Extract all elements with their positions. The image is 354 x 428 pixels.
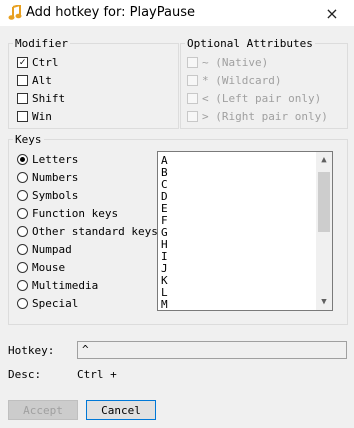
- checkbox-box[interactable]: [17, 74, 28, 86]
- modifier-legend: Modifier: [15, 37, 68, 50]
- radio-button[interactable]: [17, 297, 28, 309]
- radio-button[interactable]: [17, 189, 28, 201]
- mouse-label: Mouse: [32, 260, 66, 274]
- radio-special[interactable]: Special: [17, 296, 78, 310]
- optional-attributes-legend: Optional Attributes: [187, 37, 313, 50]
- function-keys-label: Function keys: [32, 206, 119, 220]
- desc-value: Ctrl +: [77, 368, 117, 381]
- left-pair-label: < (Left pair only): [202, 91, 322, 105]
- other-standard-keys-label: Other standard keys: [32, 224, 158, 238]
- window-title: Add hotkey for: PlayPause: [26, 5, 195, 20]
- checkbox-box[interactable]: [17, 92, 28, 104]
- letters-label: Letters: [32, 152, 79, 166]
- right-pair-checkbox[interactable]: > (Right pair only): [187, 109, 328, 123]
- radio-function-keys[interactable]: Function keys: [17, 206, 118, 220]
- radio-numbers[interactable]: Numbers: [17, 170, 78, 184]
- multimedia-label: Multimedia: [32, 278, 99, 292]
- win-label: Win: [32, 109, 52, 123]
- music-note-icon: [8, 5, 22, 20]
- shift-checkbox[interactable]: Shift: [17, 91, 65, 105]
- hotkey-input[interactable]: ^: [77, 341, 347, 359]
- radio-button[interactable]: [17, 207, 28, 219]
- radio-button[interactable]: [17, 261, 28, 273]
- radio-button[interactable]: [17, 171, 28, 183]
- check-icon: ✓: [19, 56, 26, 68]
- right-pair-label: > (Right pair only): [202, 109, 328, 123]
- radio-symbols[interactable]: Symbols: [17, 188, 78, 202]
- list-scrollbar[interactable]: ▲ ▼: [316, 152, 332, 310]
- scroll-up-icon[interactable]: ▲: [316, 152, 332, 168]
- alt-label: Alt: [32, 73, 52, 87]
- alt-checkbox[interactable]: Alt: [17, 73, 52, 87]
- radio-mouse[interactable]: Mouse: [17, 260, 65, 274]
- ctrl-label: Ctrl: [32, 55, 59, 69]
- title-bar: Add hotkey for: PlayPause ×: [0, 0, 354, 26]
- radio-button[interactable]: [17, 225, 28, 237]
- list-item[interactable]: M: [161, 299, 168, 311]
- native-label: ~ (Native): [202, 55, 269, 69]
- wildcard-label: * (Wildcard): [202, 73, 282, 87]
- checkbox-box[interactable]: [187, 110, 198, 122]
- cancel-button[interactable]: Cancel: [86, 400, 156, 420]
- ctrl-checkbox[interactable]: ✓ Ctrl: [17, 55, 59, 69]
- hotkey-label: Hotkey:: [8, 344, 55, 357]
- checkbox-box[interactable]: ✓: [17, 56, 28, 68]
- checkbox-box[interactable]: [17, 110, 28, 122]
- scroll-down-icon[interactable]: ▼: [316, 294, 332, 310]
- special-label: Special: [32, 296, 79, 310]
- radio-button[interactable]: [17, 279, 28, 291]
- left-pair-checkbox[interactable]: < (Left pair only): [187, 91, 321, 105]
- checkbox-box[interactable]: [187, 74, 198, 86]
- wildcard-checkbox[interactable]: * (Wildcard): [187, 73, 281, 87]
- checkbox-box[interactable]: [187, 92, 198, 104]
- symbols-label: Symbols: [32, 188, 79, 202]
- native-checkbox[interactable]: ~ (Native): [187, 55, 268, 69]
- numbers-label: Numbers: [32, 170, 79, 184]
- shift-label: Shift: [32, 91, 66, 105]
- radio-button[interactable]: [17, 153, 28, 165]
- close-button[interactable]: ×: [310, 0, 354, 26]
- radio-letters[interactable]: Letters: [17, 152, 78, 166]
- checkbox-box[interactable]: [187, 56, 198, 68]
- radio-numpad[interactable]: Numpad: [17, 242, 72, 256]
- numpad-label: Numpad: [32, 242, 72, 256]
- keys-legend: Keys: [15, 133, 42, 146]
- radio-multimedia[interactable]: Multimedia: [17, 278, 98, 292]
- radio-other-standard-keys[interactable]: Other standard keys: [17, 224, 158, 238]
- accept-button[interactable]: Accept: [8, 400, 78, 420]
- desc-label: Desc:: [8, 368, 42, 381]
- scroll-thumb[interactable]: [318, 172, 330, 232]
- radio-button[interactable]: [17, 243, 28, 255]
- key-listbox[interactable]: A B C D E F G H I J K L M ▲ ▼: [157, 151, 333, 311]
- close-icon: ×: [325, 3, 339, 23]
- win-checkbox[interactable]: Win: [17, 109, 52, 123]
